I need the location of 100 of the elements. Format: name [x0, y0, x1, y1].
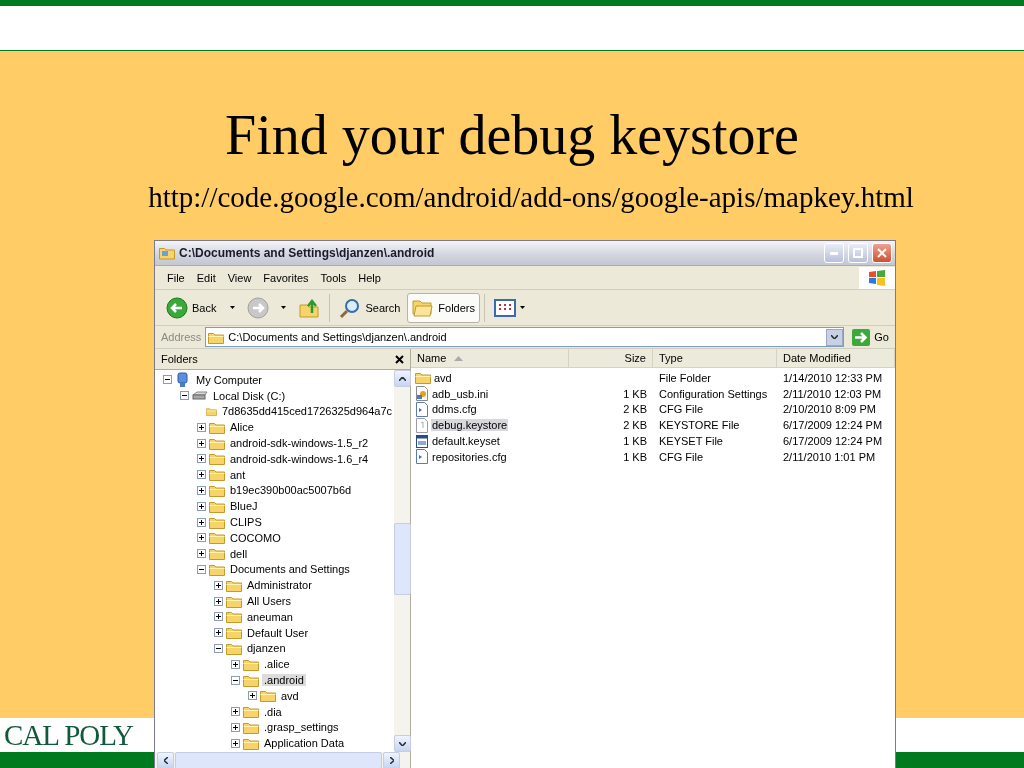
menu-item[interactable]: Tools	[314, 269, 353, 286]
folder-icon	[226, 641, 242, 655]
folder-icon	[209, 562, 225, 576]
tree-item[interactable]: avd	[279, 689, 301, 702]
tree-item[interactable]: .grasp_settings	[262, 721, 341, 734]
folder-icon	[243, 657, 259, 671]
tree-item[interactable]: djanzen	[245, 642, 288, 655]
menu-item[interactable]: View	[221, 269, 258, 286]
date-cell-text: 1/14/2010 12:33 PM	[782, 371, 884, 384]
scroll-down-button[interactable]	[394, 735, 411, 752]
tree-item[interactable]: Default User	[245, 626, 311, 639]
type-cell-text: File Folder	[658, 371, 712, 384]
expand-icon[interactable]	[231, 738, 240, 748]
column-header[interactable]: Name	[411, 349, 569, 367]
expand-icon[interactable]	[197, 454, 206, 464]
expand-icon[interactable]	[197, 470, 206, 480]
expand-icon[interactable]	[231, 707, 240, 717]
tree-item[interactable]: dell	[228, 547, 250, 560]
type-cell-text: CFG File	[658, 450, 704, 463]
expand-icon[interactable]	[197, 485, 206, 495]
file-icon	[415, 417, 429, 433]
menu-item[interactable]: File	[161, 269, 191, 286]
caret-icon	[230, 306, 236, 309]
collapse-icon[interactable]	[197, 564, 206, 574]
expand-icon[interactable]	[197, 422, 206, 432]
tree-item[interactable]: aneuman	[245, 610, 295, 623]
folder-icon	[226, 626, 242, 640]
column-header[interactable]: Date Modified	[777, 349, 895, 367]
scroll-thumb[interactable]	[175, 752, 382, 768]
address-field[interactable]: C:\Documents and Settings\djanzen\.android	[205, 327, 845, 347]
type-cell-text: CFG File	[658, 403, 704, 416]
chevron-up-icon	[399, 376, 406, 381]
scroll-up-button[interactable]	[394, 370, 411, 387]
tree-item[interactable]: ant	[228, 468, 248, 481]
column-header[interactable]: Type	[653, 349, 777, 367]
folder-icon	[209, 483, 225, 497]
tree-item[interactable]: b19ec390b00ac5007b6d	[228, 484, 354, 497]
expand-icon[interactable]	[197, 549, 206, 559]
tree-item[interactable]: .alice	[262, 658, 292, 671]
file-name[interactable]: repositories.cfg	[431, 450, 508, 463]
menu-item[interactable]: Favorites	[257, 269, 315, 286]
tree-item[interactable]: android-sdk-windows-1.6_r4	[228, 452, 371, 465]
tree-item[interactable]: COCOMO	[228, 531, 283, 544]
scroll-left-button[interactable]	[157, 752, 174, 768]
vertical-scrollbar[interactable]	[394, 370, 410, 752]
folder-icon	[260, 689, 276, 703]
collapse-icon[interactable]	[163, 375, 172, 385]
folders-button[interactable]: Folders	[407, 292, 480, 323]
expand-icon[interactable]	[214, 628, 223, 638]
horizontal-scrollbar[interactable]	[155, 752, 410, 768]
go-button[interactable]: Go	[848, 328, 893, 346]
expand-icon[interactable]	[197, 533, 206, 543]
expand-icon[interactable]	[197, 517, 206, 527]
file-name[interactable]: adb_usb.ini	[431, 387, 490, 400]
expand-icon[interactable]	[214, 596, 223, 606]
go-arrow-icon	[852, 328, 871, 346]
expand-icon[interactable]	[248, 691, 257, 701]
expand-icon[interactable]	[231, 659, 240, 669]
tree-item[interactable]: android-sdk-windows-1.5_r2	[228, 437, 371, 450]
expand-icon[interactable]	[231, 722, 240, 732]
folder-icon	[159, 246, 175, 260]
collapse-icon[interactable]	[231, 675, 240, 685]
tree-item[interactable]: Administrator	[245, 579, 314, 592]
file-name[interactable]: default.keyset	[431, 435, 501, 448]
expand-icon[interactable]	[197, 501, 206, 511]
expand-icon[interactable]	[214, 580, 223, 590]
tree-item[interactable]: Documents and Settings	[228, 563, 352, 576]
menu-item[interactable]: Help	[352, 269, 387, 286]
slide-title: Find your debug keystore	[225, 103, 799, 167]
close-button[interactable]	[872, 243, 892, 263]
tree-item[interactable]: BlueJ	[228, 500, 260, 513]
menu-item[interactable]: Edit	[190, 269, 222, 286]
dropdown-button[interactable]	[826, 328, 844, 346]
search-button[interactable]: Search	[334, 292, 406, 323]
file-name[interactable]: ddms.cfg	[431, 403, 478, 416]
file-name[interactable]: avd	[433, 371, 453, 384]
folder-icon	[243, 736, 259, 750]
tree-item[interactable]: All Users	[245, 595, 293, 608]
file-name[interactable]: debug.keystore	[431, 419, 509, 432]
tree-item[interactable]: My Computer	[194, 373, 265, 386]
tree-item[interactable]: .android	[262, 674, 306, 687]
tree-item[interactable]: Alice	[228, 421, 256, 434]
tree-item[interactable]: Application Data	[262, 737, 347, 750]
close-icon[interactable]	[395, 354, 404, 364]
folder-icon	[243, 720, 259, 734]
tree-item[interactable]: Local Disk (C:)	[211, 389, 288, 402]
column-header[interactable]: Size	[569, 349, 653, 367]
tree-item[interactable]: .dia	[262, 705, 284, 718]
date-cell-text: 6/17/2009 12:24 PM	[782, 435, 884, 448]
search-icon	[339, 296, 362, 319]
scroll-right-button[interactable]	[383, 752, 400, 768]
back-button[interactable]: Back	[161, 292, 241, 323]
collapse-icon[interactable]	[214, 643, 223, 653]
expand-icon[interactable]	[197, 438, 206, 448]
collapse-icon[interactable]	[180, 391, 189, 401]
expand-icon[interactable]	[214, 612, 223, 622]
scroll-thumb[interactable]	[394, 523, 411, 595]
tree-item[interactable]: CLIPS	[228, 516, 264, 529]
folder-icon	[206, 405, 217, 418]
tree-item[interactable]: 7d8635dd415ced1726325d964a7c	[219, 405, 394, 418]
